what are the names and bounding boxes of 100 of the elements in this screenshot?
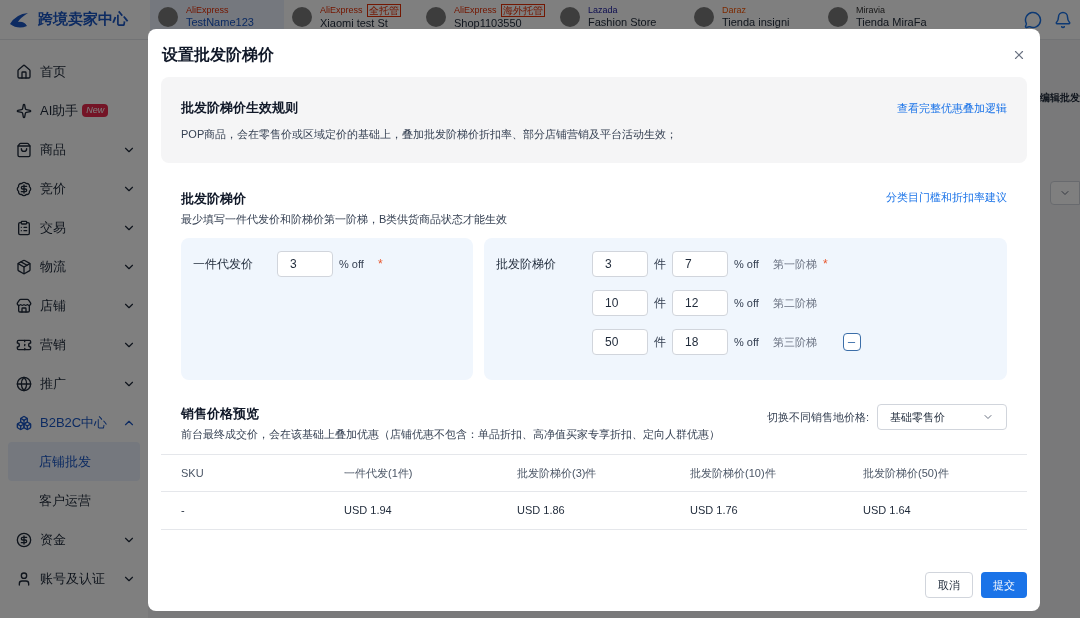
unit-label: 件 [654, 295, 666, 312]
store-tab[interactable]: AliExpress 海外托管 Shop1103550 [418, 0, 552, 40]
store-tab[interactable]: AliExpress 全托管 Xiaomi test St [284, 0, 418, 40]
number-input[interactable]: 3 [277, 251, 333, 277]
menu-icon [16, 531, 32, 548]
store-avatar-icon [694, 6, 714, 27]
remove-tier-button[interactable] [842, 333, 861, 351]
menu-icon [16, 141, 32, 158]
sidebar-subitem[interactable]: 店铺批发 [8, 442, 140, 481]
column-header: 一件代发(1件) [344, 465, 414, 481]
number-input[interactable]: 50 [592, 329, 648, 355]
platform-label: AliExpress [186, 3, 229, 16]
platform-label: Miravia [856, 3, 885, 16]
store-avatar-icon [292, 6, 312, 27]
unit-label: % off [734, 256, 759, 272]
store-tab[interactable]: Miravia Tienda MiraFa [820, 0, 954, 40]
unit-label: % off [339, 257, 364, 272]
column-header: 批发阶梯价(10)件 [690, 465, 777, 481]
table-cell-text: - [181, 503, 186, 519]
sidebar-item[interactable]: 竞价 [0, 169, 148, 208]
column-header: SKU [181, 465, 205, 481]
sidebar-item[interactable]: 交易 [0, 208, 148, 247]
store-tag: 全托管 [366, 3, 401, 17]
sidebar-item[interactable]: 商品 [0, 130, 148, 169]
unit-label: 件 [654, 334, 666, 351]
column-header: 批发阶梯价(3)件 [517, 465, 598, 481]
table-cell-text: USD 1.76 [690, 503, 739, 519]
section-title: 批发阶梯价 [181, 190, 247, 208]
number-input[interactable]: 18 [672, 329, 728, 355]
menu-icon [16, 414, 32, 431]
suggestion-link[interactable]: 分类目门槛和折扣率建议 [886, 189, 1007, 206]
number-input[interactable]: 3 [592, 251, 648, 277]
sidebar-item[interactable]: 推广 [0, 364, 148, 403]
platform-label: Daraz [722, 3, 746, 16]
sidebar-item[interactable]: 营销 [0, 325, 148, 364]
field-label: 批发阶梯价 [496, 256, 557, 273]
store-tag: 海外托管 [500, 3, 545, 17]
sidebar-item[interactable]: 首页 [0, 52, 148, 91]
store-avatar-icon [828, 6, 848, 27]
platform-label: AliExpress [320, 4, 363, 16]
menu-icon [16, 180, 32, 197]
edit-wholesale-button[interactable]: 编辑批发 [1040, 90, 1080, 105]
field-label: 一件代发价 [193, 256, 254, 273]
dialog-title: 设置批发阶梯价 [162, 45, 274, 65]
store-name: Tienda MiraFa [856, 15, 927, 29]
menu-icon [16, 570, 32, 587]
rule-description: POP商品，会在零售价或区域定价的基础上，叠加批发阶梯价折扣率、部分店铺营销及平台活动生效； [181, 126, 679, 142]
tier-name: 第二阶梯 [772, 295, 817, 311]
cancel-button[interactable]: 取消 [925, 572, 973, 598]
menu-icon [16, 63, 32, 80]
store-tab[interactable]: Daraz Tienda insigni [686, 0, 820, 40]
number-input[interactable]: 10 [592, 290, 648, 316]
store-avatar-icon [426, 6, 446, 27]
table-cell-text: USD 1.86 [517, 503, 566, 519]
tier-name: 第三阶梯 [772, 334, 817, 350]
table-cell-text: USD 1.64 [863, 503, 912, 519]
unit-label: % off [734, 295, 759, 311]
sidebar-item[interactable]: 资金 [0, 520, 148, 559]
column-header: 批发阶梯价(50)件 [863, 465, 950, 481]
menu-icon [16, 102, 32, 119]
dropdown-field[interactable] [1050, 181, 1080, 205]
notification-icon[interactable] [1054, 10, 1072, 29]
new-badge: New [82, 104, 109, 117]
store-name: Tienda insigni [722, 15, 790, 29]
close-icon[interactable] [1012, 48, 1026, 62]
store-tab[interactable]: Lazada Fashion Store [552, 0, 686, 40]
sidebar-item[interactable]: 店铺 [0, 286, 148, 325]
store-avatar-icon [158, 6, 178, 27]
submit-button[interactable]: 提交 [981, 572, 1027, 598]
sidebar-item[interactable]: 账号及认证 [0, 559, 148, 598]
section-subtitle: 前台最终成交价，会在该基础上叠加优惠（店铺优惠不包含：单品折扣、高净值买家专享折扣、定向人群优惠） [181, 426, 720, 442]
unit-label: 件 [654, 256, 666, 273]
menu-icon [16, 258, 32, 275]
section-subtitle: 最少填写一件代发价和阶梯价第一阶梯，B类供货商品状态才能生效 [181, 211, 508, 227]
required-mark: * [822, 256, 828, 273]
sidebar-item[interactable]: B2B2C中心 [0, 403, 148, 442]
number-input[interactable]: 7 [672, 251, 728, 277]
menu-icon [16, 297, 32, 314]
store-avatar-icon [560, 6, 580, 27]
platform-label: Lazada [588, 3, 618, 16]
store-name: Shop1103550 [454, 16, 523, 30]
menu-icon [16, 219, 32, 236]
chat-icon[interactable] [1024, 10, 1042, 29]
unit-label: % off [734, 334, 759, 350]
required-mark: * [377, 256, 383, 273]
switch-label: 切换不同销售地价格: [766, 409, 869, 425]
sidebar-item[interactable]: AI助手 New [0, 91, 148, 130]
tier-name: 第一阶梯 [772, 256, 817, 272]
rule-link[interactable]: 查看完整优惠叠加逻辑 [897, 99, 1007, 116]
logo-text: 跨境卖家中心 [38, 9, 128, 30]
section-title: 销售价格预览 [181, 405, 260, 423]
number-input[interactable]: 12 [672, 290, 728, 316]
table-cell-text: USD 1.94 [344, 503, 393, 519]
menu-icon [16, 375, 32, 392]
region-select[interactable]: 基础零售价 [877, 404, 1007, 430]
platform-label: AliExpress [454, 4, 497, 16]
store-name: Xiaomi test St [320, 16, 389, 30]
sidebar-subitem[interactable]: 客户运营 [8, 481, 140, 520]
store-name: TestName123 [186, 15, 254, 29]
sidebar-item[interactable]: 物流 [0, 247, 148, 286]
